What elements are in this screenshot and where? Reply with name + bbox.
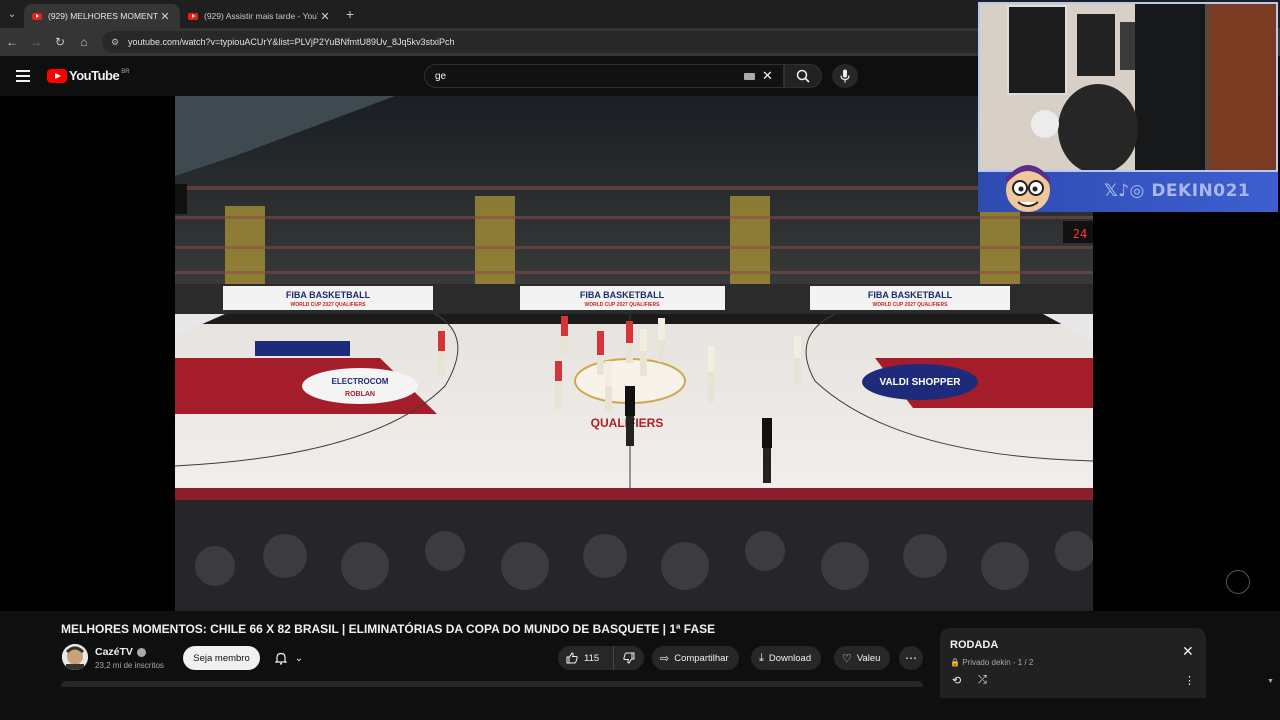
download-button[interactable]: ⤓ Download: [751, 646, 822, 670]
mic-icon: [840, 69, 850, 83]
description-box[interactable]: [61, 681, 923, 687]
playlist-subtitle: 🔒 Privado dekin - 1 / 2: [950, 658, 1034, 667]
share-icon: ⇨: [660, 652, 670, 665]
like-button[interactable]: 115: [558, 646, 614, 670]
menu-icon[interactable]: [16, 70, 30, 82]
country-code: BR: [121, 68, 130, 75]
verified-icon: [136, 647, 146, 657]
tab-title: (929) MELHORES MOMENTOS: CHILE: [48, 11, 158, 21]
court-sponsor-3: ROBLAN: [345, 391, 375, 398]
scroll-down-icon[interactable]: ▼: [1267, 678, 1274, 685]
cartoon-avatar-icon: [1006, 165, 1050, 212]
youtube-favicon-icon: [32, 12, 42, 20]
search-icon: [796, 69, 810, 83]
more-actions-icon[interactable]: ⋯: [899, 646, 923, 670]
new-tab-button[interactable]: +: [340, 6, 360, 22]
streamer-webcam-overlay: 𝕏♪◎ DEKIN021: [978, 2, 1278, 212]
tab-search-icon[interactable]: ⌄: [0, 0, 24, 28]
video-title: MELHORES MOMENTOS: CHILE 66 X 82 BRASIL …: [61, 622, 716, 636]
shuffle-icon[interactable]: ⤮: [978, 674, 987, 687]
keyboard-icon[interactable]: [744, 73, 755, 80]
site-info-icon[interactable]: ⚙: [108, 37, 122, 48]
fullscreen-rotate-icon[interactable]: [1226, 570, 1250, 594]
webcam-room-scene: [980, 4, 1276, 170]
loop-icon[interactable]: ⟲: [952, 674, 961, 687]
notifications-button[interactable]: ⌄: [265, 646, 313, 670]
download-label: Download: [768, 652, 812, 664]
thanks-label: Valeu: [856, 652, 881, 664]
playlist-panel: RODADA 🔒 Privado dekin - 1 / 2 ✕ ⟲ ⤮ ⋮: [940, 628, 1206, 698]
tab-close-icon[interactable]: ✕: [158, 10, 172, 23]
clear-search-icon[interactable]: ✕: [762, 68, 773, 84]
dislike-button[interactable]: [614, 652, 644, 664]
banner-sub-3: WORLD CUP 2027 QUALIFIERS: [873, 302, 949, 308]
streamer-handle: DEKIN021: [1151, 181, 1251, 201]
search-button[interactable]: [784, 64, 822, 88]
banner-sub-1: WORLD CUP 2027 QUALIFIERS: [291, 302, 367, 308]
channel-name[interactable]: CazéTV: [95, 646, 146, 658]
heart-dollar-icon: ♡: [842, 652, 852, 665]
tab-active[interactable]: (929) MELHORES MOMENTOS: CHILE ✕: [24, 4, 180, 28]
youtube-favicon-icon: [188, 12, 198, 20]
join-button[interactable]: Seja membro: [183, 646, 260, 670]
social-handle: 𝕏♪◎ DEKIN021: [1104, 181, 1251, 201]
thumbs-down-icon: [623, 652, 635, 664]
tab-title: (929) Assistir mais tarde - YouTube: [204, 11, 318, 21]
banner-text-3: FIBA BASKETBALL: [868, 290, 953, 300]
youtube-wordmark: YouTube: [69, 68, 120, 83]
reload-icon[interactable]: ↻: [48, 35, 72, 49]
banner-sub-2: WORLD CUP 2027 QUALIFIERS: [585, 302, 661, 308]
court-sponsor-2: ELECTROCOM: [332, 377, 389, 386]
thumbs-up-icon: [566, 652, 578, 664]
playlist-title[interactable]: RODADA: [950, 639, 998, 651]
tab-inactive[interactable]: (929) Assistir mais tarde - YouTube ✕: [180, 4, 340, 28]
download-icon: ⤓: [759, 651, 764, 664]
channel-avatar-icon: [62, 644, 88, 670]
search-input[interactable]: ge: [424, 64, 784, 88]
court-sponsor-1: VALDI SHOPPER: [880, 377, 962, 388]
channel-avatar[interactable]: [62, 644, 88, 670]
subscriber-count: 23,2 mi de inscritos: [95, 661, 164, 670]
shot-clock: 24: [1073, 227, 1087, 241]
chevron-down-icon: ⌄: [294, 652, 304, 664]
like-dislike-group: 115: [558, 646, 644, 670]
banner-text-2: FIBA BASKETBALL: [580, 290, 665, 300]
channel-name-text: CazéTV: [95, 646, 133, 658]
banner-text-1: FIBA BASKETBALL: [286, 290, 371, 300]
forward-icon[interactable]: →: [24, 35, 48, 49]
video-info: MELHORES MOMENTOS: CHILE 66 X 82 BRASIL …: [0, 611, 1280, 720]
playlist-menu-icon[interactable]: ⋮: [1184, 674, 1195, 687]
video-frame[interactable]: FIBA BASKETBALL WORLD CUP 2027 QUALIFIER…: [175, 96, 1093, 611]
url-text: youtube.com/watch?v=typiouACUrY&list=PLV…: [128, 37, 455, 47]
home-icon[interactable]: ⌂: [72, 35, 96, 49]
back-icon[interactable]: ←: [0, 35, 24, 49]
close-icon[interactable]: ✕: [1182, 643, 1194, 660]
share-label: Compartilhar: [674, 652, 729, 664]
streamer-name-bar: 𝕏♪◎ DEKIN021: [978, 165, 1278, 212]
like-count: 115: [584, 652, 600, 664]
share-button[interactable]: ⇨ Compartilhar: [652, 646, 739, 670]
playlist-subtitle-text: Privado dekin - 1 / 2: [962, 658, 1034, 667]
webcam-frame: [978, 2, 1278, 172]
tab-close-icon[interactable]: ✕: [318, 10, 332, 23]
search-value: ge: [435, 70, 447, 82]
thanks-button[interactable]: ♡ Valeu: [834, 646, 891, 670]
bell-icon: [274, 652, 287, 665]
basketball-court-scene: FIBA BASKETBALL WORLD CUP 2027 QUALIFIER…: [175, 96, 1093, 611]
youtube-logo[interactable]: YouTube BR: [47, 68, 130, 83]
voice-search-button[interactable]: [832, 64, 858, 88]
youtube-play-icon: [47, 68, 67, 83]
